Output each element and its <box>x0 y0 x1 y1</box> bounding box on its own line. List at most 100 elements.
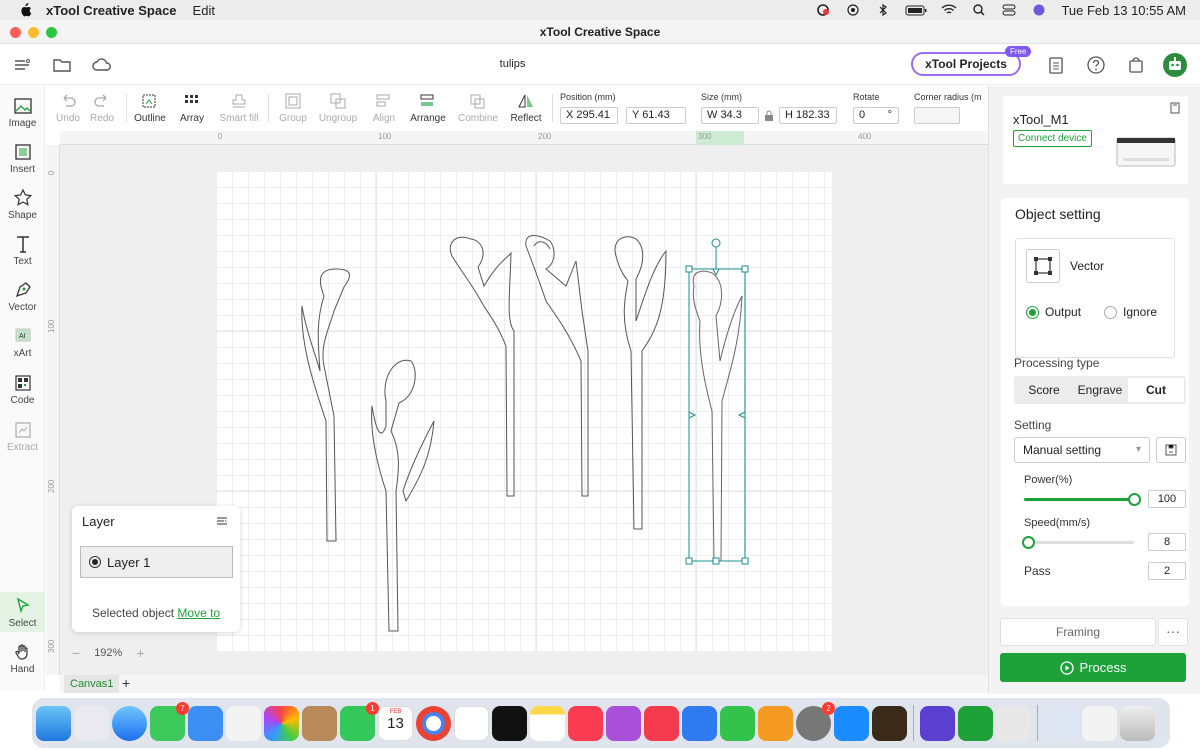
power-slider-knob[interactable] <box>1128 493 1141 506</box>
layer-visibility-dot[interactable] <box>89 556 101 568</box>
speed-slider[interactable] <box>1022 536 1134 549</box>
output-radio[interactable]: Output <box>1026 305 1081 319</box>
move-to-link[interactable]: Move to <box>177 606 220 620</box>
lock-ratio-icon[interactable] <box>764 110 774 122</box>
connect-device-button[interactable]: Connect device <box>1013 130 1092 147</box>
combine-button[interactable]: Combine <box>456 92 500 124</box>
airdrop-icon[interactable] <box>845 4 861 16</box>
position-y-input[interactable]: Y 61.43 <box>626 107 686 124</box>
power-input[interactable]: 100 <box>1148 490 1186 508</box>
launchpad-icon[interactable] <box>74 705 109 741</box>
reminders-icon[interactable] <box>454 705 489 741</box>
device-preview-icon[interactable] <box>996 705 1031 741</box>
ignore-radio-dot[interactable] <box>1104 305 1117 319</box>
control-center-icon[interactable] <box>1001 4 1017 16</box>
imovie-icon[interactable] <box>920 705 955 741</box>
numbers-icon[interactable] <box>720 705 755 741</box>
zoom-window-button[interactable] <box>46 27 57 38</box>
shopping-bag-icon[interactable] <box>1126 55 1146 75</box>
device-info-icon[interactable] <box>1169 102 1181 114</box>
downloads-folder-icon[interactable] <box>1044 705 1079 741</box>
setting-select[interactable]: Manual setting ▾ <box>1014 437 1150 463</box>
trash-icon[interactable] <box>1120 705 1155 741</box>
xtool-app-icon[interactable] <box>958 705 993 741</box>
zoom-in-button[interactable]: + <box>136 645 144 661</box>
processing-type-score[interactable]: Score <box>1016 378 1072 402</box>
output-radio-dot[interactable] <box>1026 305 1039 319</box>
podcasts-icon[interactable] <box>606 705 641 741</box>
notes-icon[interactable] <box>530 705 565 741</box>
canvas-area[interactable]: Layer Layer 1 Selected object Move to <box>60 145 988 675</box>
music-icon[interactable] <box>568 705 603 741</box>
smart-fill-button[interactable]: Smart fill <box>216 92 262 124</box>
photos-icon[interactable] <box>264 705 299 741</box>
apple-tv-icon[interactable] <box>492 705 527 741</box>
more-options-button[interactable]: ··· <box>1158 618 1188 646</box>
pages-icon[interactable] <box>758 705 793 741</box>
align-button[interactable]: Align <box>362 92 406 124</box>
menubar-datetime[interactable]: Tue Feb 13 10:55 AM <box>1061 3 1186 18</box>
menubar-app-name[interactable]: xTool Creative Space <box>46 3 177 18</box>
tool-text[interactable]: Text <box>0 234 45 267</box>
garageband-icon[interactable] <box>872 705 907 741</box>
tool-code[interactable]: Code <box>0 373 45 406</box>
tool-xart[interactable]: AI xArt <box>0 326 45 359</box>
layer-menu-icon[interactable] <box>216 516 228 526</box>
tool-vector[interactable]: Vector <box>0 280 45 313</box>
framing-button[interactable]: Framing <box>1000 618 1156 646</box>
redo-button[interactable]: Redo <box>80 92 124 124</box>
tool-select[interactable]: Select <box>0 592 45 632</box>
ignore-radio[interactable]: Ignore <box>1104 305 1157 319</box>
tool-image[interactable]: Image <box>0 96 45 129</box>
finder-icon[interactable] <box>36 705 71 741</box>
tool-shape[interactable]: Shape <box>0 188 45 221</box>
creative-cloud-icon[interactable] <box>815 4 831 16</box>
facetime-icon[interactable]: 1 <box>340 701 379 741</box>
menu-edit[interactable]: Edit <box>193 3 215 18</box>
work-area[interactable] <box>216 171 832 651</box>
user-avatar[interactable] <box>1163 53 1187 77</box>
battery-icon[interactable] <box>905 4 927 16</box>
group-button[interactable]: Group <box>271 92 315 124</box>
xtool-projects-button[interactable]: xTool Projects <box>911 52 1021 76</box>
tool-insert[interactable]: Insert <box>0 142 45 175</box>
position-x-input[interactable]: X 295.41 <box>560 107 618 124</box>
recent-window-icon[interactable] <box>1082 705 1117 741</box>
clipboard-list-icon[interactable] <box>1046 55 1066 75</box>
help-icon[interactable] <box>1086 55 1106 75</box>
process-button[interactable]: Process <box>1000 653 1186 682</box>
add-canvas-button[interactable]: + <box>122 675 130 692</box>
minimize-window-button[interactable] <box>28 27 39 38</box>
save-setting-button[interactable] <box>1156 437 1186 463</box>
reflect-button[interactable]: Reflect <box>504 92 548 124</box>
size-height-input[interactable]: H 182.33 <box>779 107 837 124</box>
corner-radius-input[interactable] <box>914 107 960 124</box>
messages-icon[interactable]: 7 <box>150 701 189 741</box>
keynote-icon[interactable] <box>682 705 717 741</box>
close-window-button[interactable] <box>10 27 21 38</box>
processing-type-cut[interactable]: Cut <box>1128 378 1184 402</box>
size-width-input[interactable]: W 34.3 <box>701 107 759 124</box>
power-slider[interactable] <box>1024 493 1141 506</box>
processing-type-engrave[interactable]: Engrave <box>1072 378 1128 402</box>
spotlight-search-icon[interactable] <box>971 4 987 16</box>
ungroup-button[interactable]: Ungroup <box>316 92 360 124</box>
chrome-icon[interactable] <box>416 705 451 741</box>
arrange-button[interactable]: Arrange <box>406 92 450 124</box>
system-settings-icon[interactable]: 2 <box>796 701 835 741</box>
app-store-icon[interactable] <box>834 705 869 741</box>
tulip-artwork[interactable] <box>216 171 832 651</box>
pass-input[interactable]: 2 <box>1148 562 1186 580</box>
news-icon[interactable] <box>644 705 679 741</box>
speed-slider-knob[interactable] <box>1022 536 1036 549</box>
calendar-icon[interactable]: FEB 13 <box>378 705 413 741</box>
mail-icon[interactable] <box>188 705 223 741</box>
safari-icon[interactable] <box>112 705 147 741</box>
rotate-input[interactable]: 0 ° <box>853 107 899 124</box>
tool-extract[interactable]: Extract <box>0 420 45 453</box>
siri-icon[interactable] <box>1031 4 1047 16</box>
bluetooth-icon[interactable] <box>875 4 891 16</box>
maps-icon[interactable] <box>226 705 261 741</box>
speed-input[interactable]: 8 <box>1148 533 1186 551</box>
outline-button[interactable]: Outline <box>128 92 172 124</box>
